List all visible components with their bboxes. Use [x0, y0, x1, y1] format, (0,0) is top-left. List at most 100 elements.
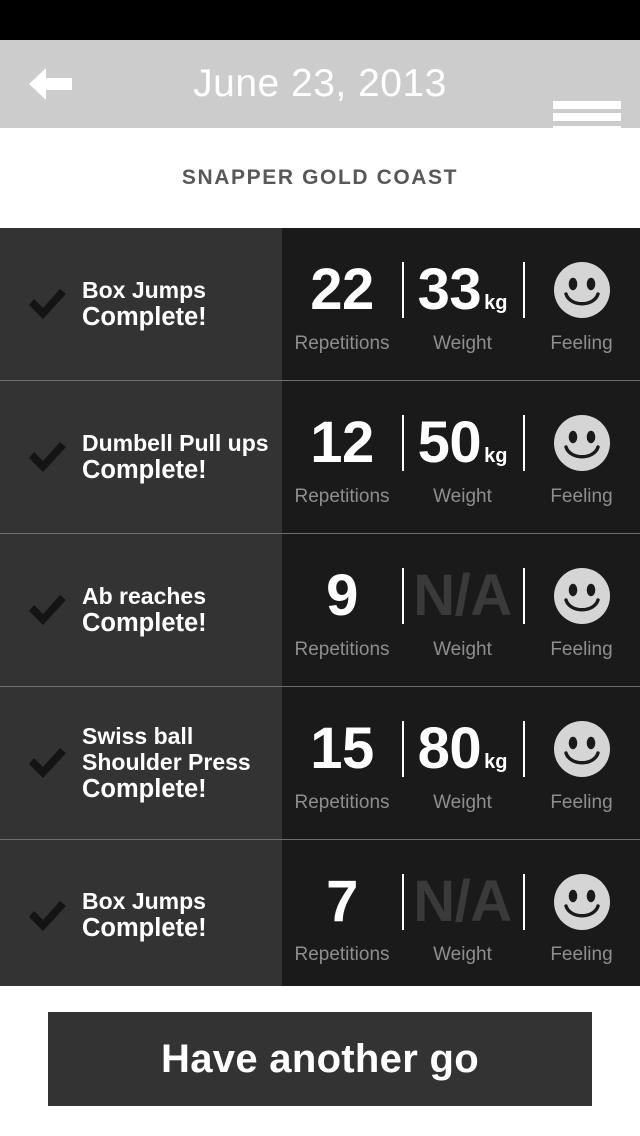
exercise-info-panel: Box Jumps Complete! — [0, 228, 282, 380]
stat-divider — [523, 415, 525, 471]
exercise-stats-panel: 15 80 kg Repetitions Weight Feeling — [282, 687, 640, 839]
exercise-row[interactable]: Dumbell Pull ups Complete! 12 50 kg Repetitio… — [0, 380, 640, 533]
exercise-text: Dumbell Pull ups Complete! — [82, 430, 282, 485]
repetitions-label: Repetitions — [294, 486, 390, 507]
stats-labels: Repetitions Weight Feeling — [282, 639, 640, 661]
exercise-row[interactable]: Box Jumps Complete! 22 33 kg Repetitions Weigh… — [0, 228, 640, 380]
exercise-text: Box Jumps Complete! — [82, 888, 282, 943]
stats-labels: Repetitions Weight Feeling — [282, 486, 640, 508]
back-arrow-icon — [29, 68, 72, 100]
stats-values: 7 N/A — [282, 862, 640, 942]
exercise-status: Complete! — [82, 608, 207, 637]
smiley-face-icon — [553, 415, 610, 471]
feeling-value-cell — [523, 709, 640, 789]
stat-divider — [523, 721, 525, 777]
exercise-name: Dumbell Pull ups — [82, 429, 269, 456]
repetitions-value: 12 — [310, 410, 374, 475]
repetitions-value-cell: 9 — [282, 556, 402, 636]
repetitions-value-cell: 7 — [282, 862, 402, 942]
stats-values: 12 50 kg — [282, 403, 640, 483]
feeling-value-cell — [523, 862, 640, 942]
exercise-name: Ab reaches — [82, 582, 207, 609]
footer: Have another go — [0, 986, 640, 1136]
feeling-value-cell — [523, 403, 640, 483]
exercise-info-panel: Ab reaches Complete! — [0, 534, 282, 686]
exercise-status: Complete! — [82, 302, 207, 331]
stat-divider — [402, 262, 404, 318]
weight-label: Weight — [433, 792, 492, 813]
exercise-status: Complete! — [82, 774, 207, 803]
repetitions-value: 7 — [326, 869, 358, 934]
repetitions-value: 22 — [310, 257, 374, 322]
exercise-list: Box Jumps Complete! 22 33 kg Repetitions Weigh… — [0, 228, 640, 991]
weight-label: Weight — [433, 486, 492, 507]
exercise-text: Swiss ball Shoulder Press Complete! — [82, 723, 282, 804]
repetitions-label: Repetitions — [294, 944, 390, 965]
exercise-row[interactable]: Swiss ball Shoulder Press Complete! 15 80 kg R… — [0, 686, 640, 839]
stat-divider — [523, 568, 525, 624]
stat-divider — [402, 568, 404, 624]
have-another-go-button[interactable]: Have another go — [48, 1012, 592, 1106]
weight-value-cell: N/A — [402, 556, 523, 636]
repetitions-value-cell: 22 — [282, 250, 402, 330]
stat-divider — [402, 874, 404, 930]
exercise-row[interactable]: Ab reaches Complete! 9 N/A Repetitions Weight… — [0, 533, 640, 686]
exercise-info-panel: Swiss ball Shoulder Press Complete! — [0, 687, 282, 839]
exercise-stats-panel: 7 N/A Repetitions Weight Feeling — [282, 840, 640, 991]
app-header: June 23, 2013 — [0, 40, 640, 146]
app-root: June 23, 2013 SNAPPER GOLD COAST Box Jum… — [0, 0, 640, 1136]
gym-name: SNAPPER GOLD COAST — [181, 166, 459, 189]
feeling-label: Feeling — [550, 639, 613, 660]
weight-value-cell: 80 kg — [402, 709, 523, 789]
weight-value: N/A — [413, 563, 512, 628]
stats-values: 9 N/A — [282, 556, 640, 636]
stats-values: 22 33 kg — [282, 250, 640, 330]
exercise-status: Complete! — [82, 455, 207, 484]
weight-value: 50 — [417, 410, 482, 475]
stats-values: 15 80 kg — [282, 709, 640, 789]
feeling-label: Feeling — [550, 486, 613, 507]
exercise-info-panel: Box Jumps Complete! — [0, 840, 282, 991]
repetitions-label: Repetitions — [294, 639, 390, 660]
exercise-row[interactable]: Box Jumps Complete! 7 N/A Repetitions Weight F… — [0, 839, 640, 991]
repetitions-label: Repetitions — [294, 792, 390, 813]
smiley-face-icon — [553, 568, 610, 624]
weight-value: 33 — [417, 257, 482, 322]
weight-value-cell: N/A — [402, 862, 523, 942]
weight-value: N/A — [413, 869, 512, 934]
exercise-name-line2: Shoulder Press — [82, 748, 251, 775]
weight-value-cell: 50 kg — [402, 403, 523, 483]
feeling-label: Feeling — [550, 944, 613, 965]
feeling-label: Feeling — [550, 792, 613, 813]
exercise-info-panel: Dumbell Pull ups Complete! — [0, 381, 282, 533]
exercise-stats-panel: 12 50 kg Repetitions Weight Feeling — [282, 381, 640, 533]
checkmark-icon — [29, 900, 66, 931]
repetitions-value: 9 — [326, 563, 358, 628]
exercise-text: Ab reaches Complete! — [82, 583, 282, 638]
back-button[interactable] — [8, 40, 92, 128]
feeling-label: Feeling — [550, 333, 613, 354]
weight-unit: kg — [484, 292, 508, 314]
exercise-name-line1: Swiss ball — [82, 722, 194, 749]
stats-labels: Repetitions Weight Feeling — [282, 792, 640, 814]
checkmark-icon — [29, 595, 66, 625]
stat-divider — [402, 415, 404, 471]
weight-unit: kg — [484, 445, 508, 467]
stats-labels: Repetitions Weight Feeling — [282, 944, 640, 966]
exercise-text: Box Jumps Complete! — [82, 277, 282, 332]
stat-divider — [402, 721, 404, 777]
smiley-face-icon — [553, 874, 610, 930]
weight-label: Weight — [433, 639, 492, 660]
weight-unit: kg — [484, 751, 508, 773]
repetitions-label: Repetitions — [294, 333, 390, 354]
exercise-stats-panel: 9 N/A Repetitions Weight Feeling — [282, 534, 640, 686]
stats-labels: Repetitions Weight Feeling — [282, 333, 640, 355]
smiley-face-icon — [553, 262, 610, 318]
exercise-status: Complete! — [82, 914, 207, 943]
checkmark-icon — [29, 442, 66, 472]
repetitions-value-cell: 15 — [282, 709, 402, 789]
repetitions-value: 15 — [310, 716, 374, 781]
checkmark-icon — [29, 289, 66, 319]
stat-divider — [523, 262, 525, 318]
exercise-name: Box Jumps — [82, 888, 206, 915]
